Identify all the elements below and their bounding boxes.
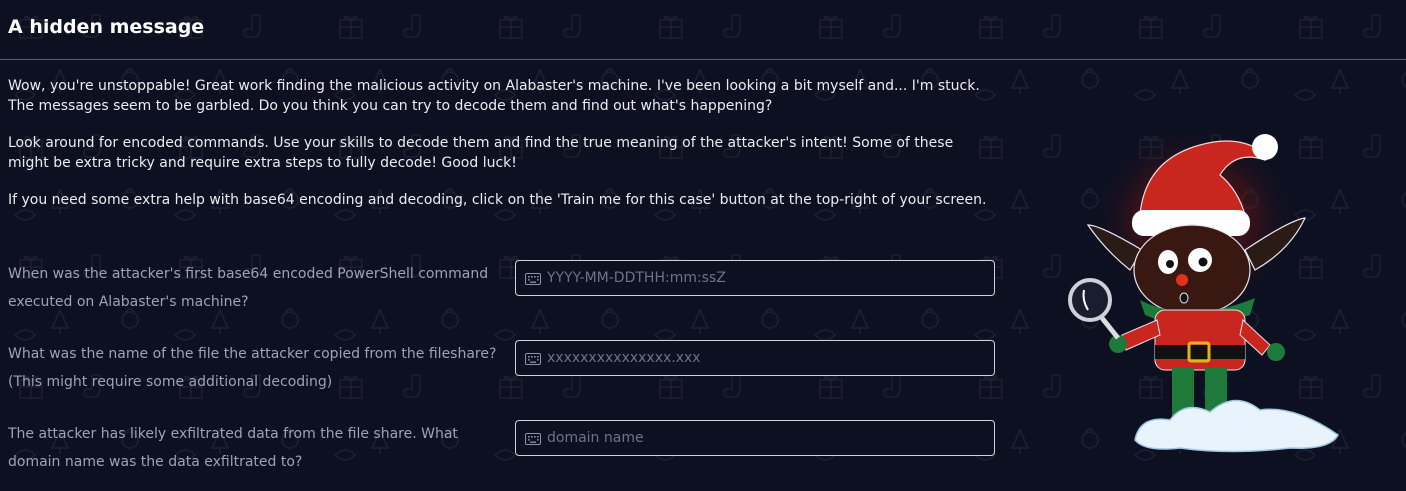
question-label: The attacker has likely exfiltrated data… xyxy=(8,426,458,470)
question-row-2: What was the name of the file the attack… xyxy=(8,340,998,400)
answer-field-2[interactable] xyxy=(515,340,995,376)
answer-field-1[interactable] xyxy=(515,260,995,296)
question-row-3: The attacker has likely exfiltrated data… xyxy=(8,420,998,480)
question-label: What was the name of the file the attack… xyxy=(8,346,497,390)
keyboard-icon xyxy=(525,353,541,365)
answer-field-3[interactable] xyxy=(515,420,995,456)
question-label: When was the attacker's first base64 enc… xyxy=(8,266,489,310)
keyboard-icon xyxy=(525,433,541,445)
intro-text: Wow, you're unstoppable! Great work find… xyxy=(8,76,993,227)
title-divider xyxy=(0,59,1406,60)
page-title: A hidden message xyxy=(8,16,205,38)
answer-input-3[interactable] xyxy=(547,421,987,455)
elf-detective-illustration xyxy=(1068,125,1339,453)
question-row-1: When was the attacker's first base64 enc… xyxy=(8,260,998,320)
keyboard-icon xyxy=(525,273,541,285)
intro-paragraph: If you need some extra help with base64 … xyxy=(8,192,987,208)
intro-paragraph: Look around for encoded commands. Use yo… xyxy=(8,135,954,171)
case-page: A hidden message Wow, you're unstoppable… xyxy=(0,0,1406,491)
intro-paragraph: Wow, you're unstoppable! Great work find… xyxy=(8,78,980,114)
answer-input-1[interactable] xyxy=(547,261,987,295)
answer-input-2[interactable] xyxy=(547,341,987,375)
